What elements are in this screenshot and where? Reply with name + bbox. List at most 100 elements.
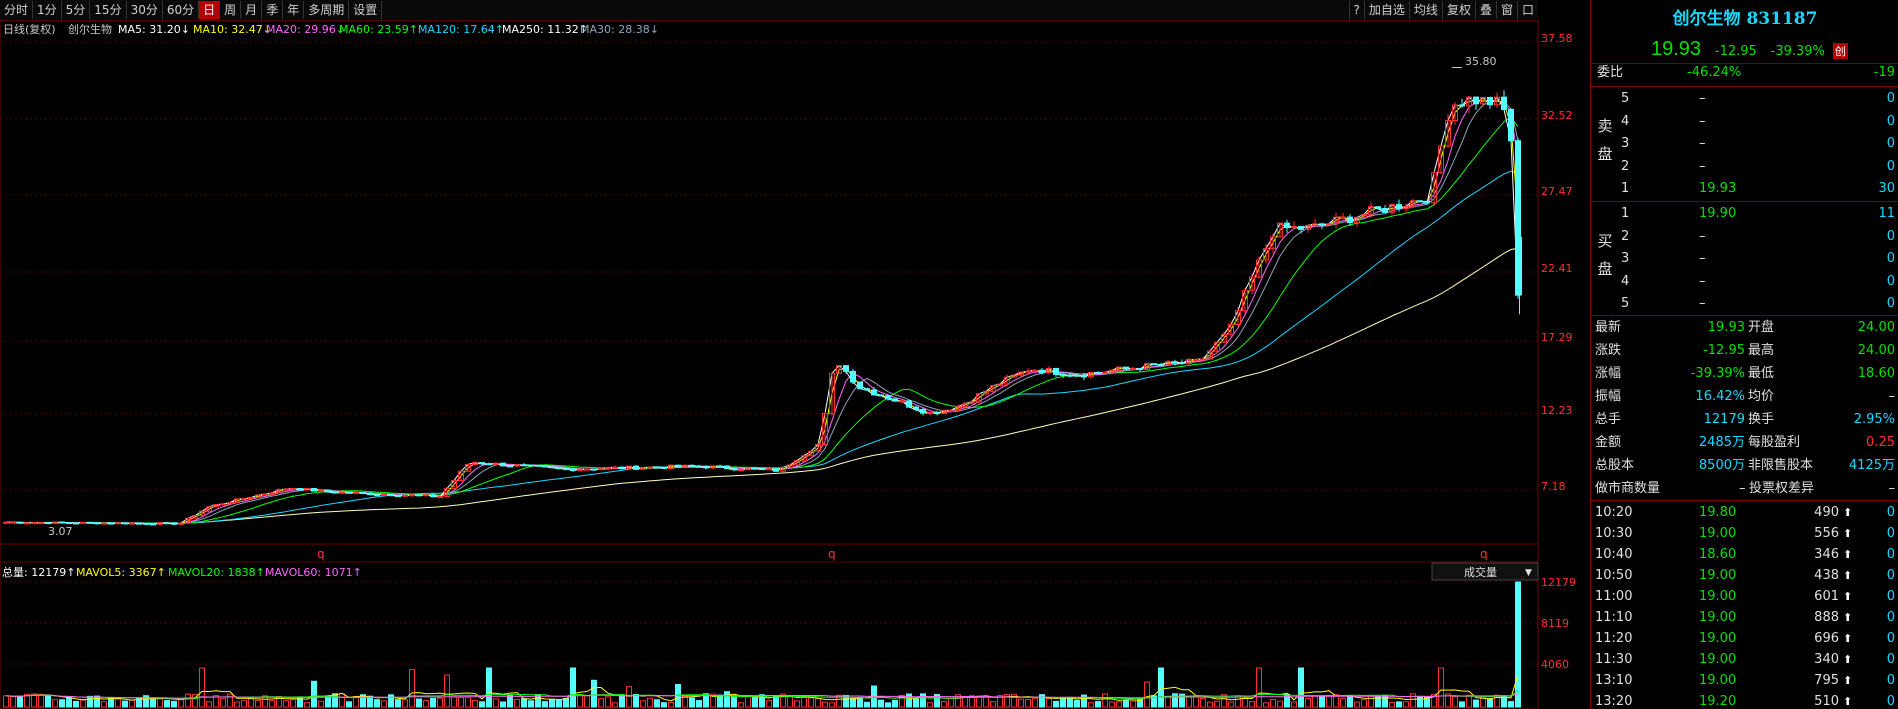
volume-bar (801, 697, 807, 708)
tab-multi-period[interactable]: 多周期 (304, 1, 350, 19)
sell-level: 4 (1621, 113, 1630, 129)
candle-body (409, 494, 415, 497)
stat-row: 总股本 8500万 非限售股本 4125万 (1591, 455, 1898, 477)
tick-side: 0 (1886, 526, 1895, 541)
volume-bar (1263, 702, 1269, 708)
tab-monthly[interactable]: 月 (241, 1, 263, 19)
tab-30min[interactable]: 30分 (127, 1, 163, 19)
buy-level-row[interactable]: 1 19.90 11 (1591, 203, 1898, 225)
tab-quarterly[interactable]: 季 (262, 1, 284, 19)
window-button-2[interactable]: 口 (1516, 1, 1538, 19)
volume-bar (423, 700, 429, 708)
candle-body (108, 522, 114, 525)
sell-level-row[interactable]: 4 – 0 (1591, 111, 1898, 133)
candle-body (290, 488, 296, 491)
tick-side: 0 (1886, 673, 1895, 688)
sell-level-row[interactable]: 2 – 0 (1591, 156, 1898, 178)
ma250-label: MA250: 11.32↑ (502, 23, 588, 36)
ma-lines-button[interactable]: 均线 (1408, 1, 1442, 19)
buy-level-row[interactable]: 5 – 0 (1591, 293, 1898, 315)
candle-body (150, 523, 156, 526)
sell-price: – (1699, 158, 1706, 174)
volume-bar (402, 699, 408, 708)
candle-body (661, 466, 667, 469)
volume-bar (45, 695, 51, 708)
sell-level-row[interactable]: 1 19.93 30 (1591, 178, 1898, 200)
tab-15min[interactable]: 15分 (90, 1, 127, 19)
volume-bar (164, 700, 170, 708)
candle-body (766, 468, 772, 471)
tab-settings[interactable]: 设置 (349, 1, 383, 19)
volume-bar (1116, 701, 1122, 708)
candle-body (1284, 222, 1290, 229)
mavol20-label: MAVOL20: 1838↑ (168, 566, 265, 579)
buy-level-row[interactable]: 4 – 0 (1591, 271, 1898, 293)
buy-level-row[interactable]: 2 – 0 (1591, 226, 1898, 248)
stat-row: 金额 2485万 每股盈利 0.25 (1591, 432, 1898, 454)
tab-yearly[interactable]: 年 (283, 1, 305, 19)
sell-level-row[interactable]: 5 – 0 (1591, 88, 1898, 110)
tab-5min[interactable]: 5分 (62, 1, 91, 19)
volume-bar (101, 701, 107, 708)
volume-bar (465, 696, 471, 708)
tab-fenshi[interactable]: 分时 (0, 1, 34, 19)
candle-body (878, 394, 884, 397)
volume-bar (1473, 699, 1479, 708)
kline-chart[interactable]: 日线(复权) 创尔生物 MA5: 31.20↓ MA10: 32.47↓ MA2… (0, 20, 1590, 709)
candle-body (934, 412, 940, 415)
candle-body (164, 522, 170, 525)
volume-bar (920, 693, 926, 708)
add-watchlist-button[interactable]: 加自选 (1363, 1, 1409, 19)
mavol5-label: MAVOL5: 3367↑ (76, 566, 166, 579)
volume-bar (1277, 700, 1283, 708)
volume-bar (1396, 701, 1402, 708)
tab-daily[interactable]: 日 (199, 1, 221, 19)
volume-bar (731, 695, 737, 708)
candle-body (556, 467, 562, 470)
tab-1min[interactable]: 1分 (33, 1, 62, 19)
volume-bar (549, 699, 555, 708)
price-tick: 12.23 (1541, 404, 1573, 417)
buy-volume: 0 (1886, 228, 1895, 244)
candle-body (143, 522, 149, 525)
help-button[interactable]: ? (1348, 1, 1364, 19)
tab-60min[interactable]: 60分 (163, 1, 200, 19)
last-price: 19.93 (1651, 38, 1702, 60)
ma30-label: MA30: 28.38↓ (580, 23, 659, 36)
buy-volume: 0 (1886, 273, 1895, 289)
candle-body (311, 487, 317, 492)
tick-price: 19.00 (1699, 631, 1737, 646)
volume-bar (10, 695, 16, 708)
volume-bar (738, 702, 744, 708)
candle-body (1417, 200, 1423, 203)
weibi-diff: -19 (1873, 65, 1895, 80)
volume-bar (1298, 667, 1304, 708)
divider (1591, 500, 1898, 501)
ma10-line (6, 99, 1519, 525)
volume-bar (129, 699, 135, 708)
volume-bar (374, 699, 380, 708)
volume-bar (1067, 696, 1073, 708)
overlay-button[interactable]: 叠 (1474, 1, 1496, 19)
volume-bar (311, 680, 317, 708)
volume-bar (430, 697, 436, 708)
tick-side: 0 (1886, 568, 1895, 583)
tick-side: 0 (1886, 547, 1895, 562)
extra-label-2: 投票权差异 (1749, 481, 1815, 496)
divider (1591, 201, 1898, 202)
volume-bar (1102, 693, 1108, 708)
buy-level-row[interactable]: 3 – 0 (1591, 248, 1898, 270)
tick-time: 11:30 (1595, 652, 1633, 667)
window-button[interactable]: 窗 (1495, 1, 1517, 19)
tab-weekly[interactable]: 周 (220, 1, 242, 19)
sell-level-row[interactable]: 3 – 0 (1591, 133, 1898, 155)
adjust-button[interactable]: 复权 (1441, 1, 1475, 19)
market-badge: 创 (1832, 43, 1848, 59)
tick-time: 11:10 (1595, 610, 1633, 625)
volume-bar (318, 700, 324, 708)
candle-body (73, 522, 79, 525)
candle-body (1032, 369, 1038, 372)
tick-price: 18.60 (1699, 547, 1737, 562)
candle-body (479, 462, 485, 465)
volume-bar (682, 695, 688, 708)
